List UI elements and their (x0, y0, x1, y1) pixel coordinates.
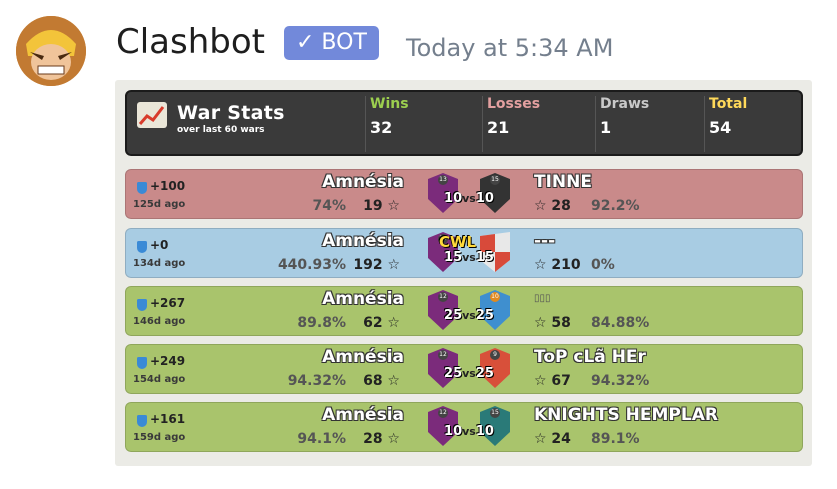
username[interactable]: Clashbot (116, 22, 265, 62)
opponent-stars: ☆ 210 (534, 257, 581, 273)
own-clan-level: 13 (438, 175, 448, 185)
war-stats-image: War Stats over last 60 wars Wins 32 Loss… (115, 80, 812, 466)
own-destruction: 94.32% (287, 373, 346, 389)
own-stars: 192 ☆ (353, 257, 400, 273)
own-destruction: 74% (312, 198, 346, 214)
total-column: Total 54 (704, 96, 801, 152)
losses-label: Losses (487, 96, 541, 112)
opponent-destruction: 89.1% (591, 431, 640, 447)
own-clan-level: 12 (438, 408, 448, 418)
war-row: +100 125d ago Amnésia 74% 19 ☆ 13 15 10v… (125, 169, 803, 219)
draws-value: 1 (600, 118, 612, 137)
trophy-change: +0 (150, 238, 169, 252)
enemy-clan-level: 15 (490, 175, 500, 185)
war-size: 25vs25 (444, 308, 494, 323)
own-destruction: 89.8% (297, 315, 346, 331)
wins-label: Wins (370, 96, 409, 112)
own-destruction: 440.93% (277, 257, 346, 273)
own-destruction: 94.1% (297, 431, 346, 447)
draws-column: Draws 1 (595, 96, 704, 152)
war-age: 134d ago (133, 258, 186, 269)
opponent-stars: ☆ 24 (534, 431, 571, 447)
message-timestamp[interactable]: Today at 5:34 AM (406, 34, 613, 62)
header-subtitle: over last 60 wars (177, 125, 265, 135)
war-size: 25vs25 (444, 366, 494, 381)
own-clan-level: 12 (438, 292, 448, 302)
war-size: 15vs15 (444, 250, 494, 265)
draws-label: Draws (600, 96, 650, 112)
opponent-clan-name: ▯▯▯ (534, 293, 551, 304)
enemy-size: 25 (475, 366, 494, 381)
enemy-size: 10 (475, 191, 494, 206)
trophy-shield-icon (137, 357, 147, 369)
war-age: 146d ago (133, 316, 186, 327)
own-size: 15 (444, 250, 463, 265)
enemy-size: 15 (475, 250, 494, 265)
opponent-stars: ☆ 28 (534, 198, 571, 214)
own-clan-name: Amnésia (322, 231, 404, 251)
chart-icon (137, 102, 167, 128)
opponent-clan-name: --- (534, 231, 556, 251)
war-row: +267 146d ago Amnésia 89.8% 62 ☆ 12 10 2… (125, 286, 803, 336)
trophy-change: +100 (150, 179, 186, 193)
trophy-shield-icon (137, 415, 147, 427)
bot-badge: ✓ BOT (284, 26, 379, 60)
enemy-size: 10 (475, 424, 494, 439)
own-clan-name: Amnésia (322, 405, 404, 425)
war-row: +161 159d ago Amnésia 94.1% 28 ☆ 12 15 1… (125, 402, 803, 452)
own-stars: 68 ☆ (363, 373, 400, 389)
trophy-change: +161 (150, 412, 186, 426)
war-size: 10vs10 (444, 424, 494, 439)
own-stars: 19 ☆ (363, 198, 400, 214)
opponent-stars: ☆ 58 (534, 315, 571, 331)
wins-column: Wins 32 (365, 96, 474, 152)
trophy-shield-icon (137, 241, 147, 253)
losses-column: Losses 21 (482, 96, 591, 152)
opponent-destruction: 0% (591, 257, 615, 273)
opponent-destruction: 84.88% (591, 315, 650, 331)
own-stars: 62 ☆ (363, 315, 400, 331)
opponent-clan-name: ToP cLã HEr (534, 347, 646, 367)
wins-value: 32 (370, 118, 393, 137)
war-age: 154d ago (133, 374, 186, 385)
avatar[interactable] (16, 16, 86, 86)
own-clan-name: Amnésia (322, 347, 404, 367)
enemy-clan-level: 9 (490, 350, 500, 360)
own-size: 10 (444, 191, 463, 206)
total-label: Total (709, 96, 748, 112)
opponent-destruction: 94.32% (591, 373, 650, 389)
war-age: 125d ago (133, 199, 186, 210)
total-value: 54 (709, 118, 732, 137)
war-row: +0 134d ago Amnésia 440.93% 192 ☆ 13 CWL… (125, 228, 803, 278)
own-stars: 28 ☆ (363, 431, 400, 447)
trophy-shield-icon (137, 182, 147, 194)
own-size: 10 (444, 424, 463, 439)
opponent-clan-name: KNIGHTS HEMPLAR (534, 405, 718, 425)
enemy-size: 25 (475, 308, 494, 323)
own-size: 25 (444, 366, 463, 381)
losses-value: 21 (487, 118, 510, 137)
enemy-clan-level: 15 (490, 408, 500, 418)
trophy-change: +267 (150, 296, 186, 310)
war-row: +249 154d ago Amnésia 94.32% 68 ☆ 12 9 2… (125, 344, 803, 394)
enemy-clan-level: 10 (490, 292, 500, 302)
own-clan-name: Amnésia (322, 289, 404, 309)
own-clan-level: 12 (438, 350, 448, 360)
trophy-shield-icon (137, 299, 147, 311)
cwl-label: CWL (439, 233, 477, 251)
war-age: 159d ago (133, 432, 186, 443)
opponent-destruction: 92.2% (591, 198, 640, 214)
opponent-stars: ☆ 67 (534, 373, 571, 389)
own-size: 25 (444, 308, 463, 323)
war-size: 10vs10 (444, 191, 494, 206)
war-stats-header: War Stats over last 60 wars Wins 32 Loss… (125, 90, 803, 156)
header-title: War Stats (177, 102, 285, 124)
own-clan-name: Amnésia (322, 172, 404, 192)
opponent-clan-name: TINNE (534, 172, 592, 192)
trophy-change: +249 (150, 354, 186, 368)
